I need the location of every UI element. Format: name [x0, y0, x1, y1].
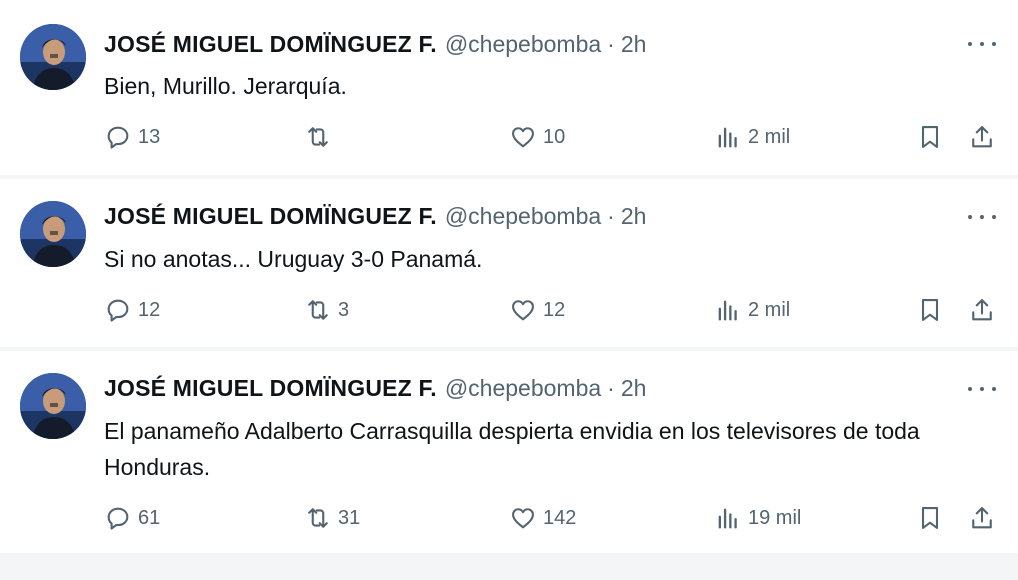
more-icon[interactable] — [968, 383, 996, 395]
reply-count: 13 — [138, 125, 161, 148]
avatar[interactable] — [20, 373, 86, 439]
share-icon — [972, 126, 992, 148]
retweet-button[interactable]: 31 — [304, 503, 360, 533]
tweet-header: JOSÉ MIGUEL DOMÏNGUEZ F. @chepebomba · 2… — [104, 29, 646, 59]
avatar-photo — [20, 373, 86, 439]
heart-icon — [512, 300, 534, 321]
tweet[interactable]: JOSÉ MIGUEL DOMÏNGUEZ F. @chepebomba · 2… — [0, 179, 1018, 347]
heart-icon — [512, 508, 534, 529]
action-bar: 12 3 12 2 mil — [104, 295, 998, 325]
author-handle[interactable]: @chepebomba — [445, 31, 601, 58]
views-count: 2 mil — [748, 298, 791, 321]
author-name[interactable]: JOSÉ MIGUEL DOMÏNGUEZ F. — [104, 375, 437, 402]
share-icon — [972, 507, 992, 529]
action-bar: 13 10 2 mil — [104, 122, 998, 152]
like-button[interactable]: 12 — [509, 295, 565, 325]
bookmark-icon — [921, 126, 939, 148]
reply-button[interactable]: 13 — [104, 122, 160, 152]
views-count: 2 mil — [748, 125, 791, 148]
reply-count: 61 — [138, 506, 161, 529]
action-bar: 61 31 142 19 mil — [104, 503, 998, 533]
author-name[interactable]: JOSÉ MIGUEL DOMÏNGUEZ F. — [104, 31, 437, 58]
author-name[interactable]: JOSÉ MIGUEL DOMÏNGUEZ F. — [104, 203, 437, 230]
retweet-icon — [308, 508, 328, 528]
share-icon — [972, 299, 992, 321]
views-button[interactable]: 19 mil — [714, 503, 801, 533]
views-button[interactable]: 2 mil — [714, 122, 790, 152]
reply-icon — [107, 126, 129, 149]
reply-icon — [107, 507, 129, 530]
more-icon[interactable] — [968, 211, 996, 223]
retweet-button[interactable] — [304, 122, 338, 152]
bar-chart-icon — [718, 300, 737, 321]
share-button[interactable] — [968, 122, 996, 152]
share-button[interactable] — [968, 503, 996, 533]
retweet-count: 31 — [338, 506, 361, 529]
avatar-photo — [20, 24, 86, 90]
share-button[interactable] — [968, 295, 996, 325]
retweet-icon — [308, 127, 328, 147]
timestamp[interactable]: 2h — [621, 375, 647, 402]
tweet-text: Si no anotas... Uruguay 3-0 Panamá. — [104, 246, 483, 272]
retweet-count: 3 — [338, 298, 350, 321]
heart-icon — [512, 127, 534, 148]
bar-chart-icon — [718, 508, 737, 529]
tweet-feed: JOSÉ MIGUEL DOMÏNGUEZ F. @chepebomba · 2… — [0, 0, 1018, 580]
author-handle[interactable]: @chepebomba — [445, 203, 601, 230]
more-icon[interactable] — [968, 38, 996, 50]
bookmark-button[interactable] — [916, 503, 944, 533]
reply-button[interactable]: 61 — [104, 503, 160, 533]
separator: · — [607, 30, 615, 57]
reply-count: 12 — [138, 298, 161, 321]
reply-icon — [107, 299, 129, 322]
like-count: 10 — [543, 125, 566, 148]
views-button[interactable]: 2 mil — [714, 295, 790, 325]
avatar[interactable] — [20, 24, 86, 90]
author-handle[interactable]: @chepebomba — [445, 375, 601, 402]
tweet[interactable]: JOSÉ MIGUEL DOMÏNGUEZ F. @chepebomba · 2… — [0, 0, 1018, 175]
bookmark-icon — [921, 299, 939, 321]
timestamp[interactable]: 2h — [621, 203, 647, 230]
tweet-header: JOSÉ MIGUEL DOMÏNGUEZ F. @chepebomba · 2… — [104, 373, 646, 403]
tweet-header: JOSÉ MIGUEL DOMÏNGUEZ F. @chepebomba · 2… — [104, 201, 646, 231]
bookmark-button[interactable] — [916, 295, 944, 325]
like-count: 12 — [543, 298, 566, 321]
tweet-text: El panameño Adalberto Carrasquilla despi… — [104, 418, 920, 480]
tweet-text: Bien, Murillo. Jerarquía. — [104, 73, 347, 99]
retweet-button[interactable]: 3 — [304, 295, 349, 325]
like-count: 142 — [543, 506, 577, 529]
avatar-photo — [20, 201, 86, 267]
views-count: 19 mil — [748, 506, 802, 529]
like-button[interactable]: 10 — [509, 122, 565, 152]
reply-button[interactable]: 12 — [104, 295, 160, 325]
bookmark-icon — [921, 507, 939, 529]
like-button[interactable]: 142 — [509, 503, 576, 533]
separator: · — [607, 202, 615, 229]
separator: · — [607, 374, 615, 401]
timestamp[interactable]: 2h — [621, 31, 647, 58]
bookmark-button[interactable] — [916, 122, 944, 152]
bar-chart-icon — [718, 127, 737, 148]
retweet-icon — [308, 300, 328, 320]
tweet[interactable]: JOSÉ MIGUEL DOMÏNGUEZ F. @chepebomba · 2… — [0, 351, 1018, 553]
avatar[interactable] — [20, 201, 86, 267]
